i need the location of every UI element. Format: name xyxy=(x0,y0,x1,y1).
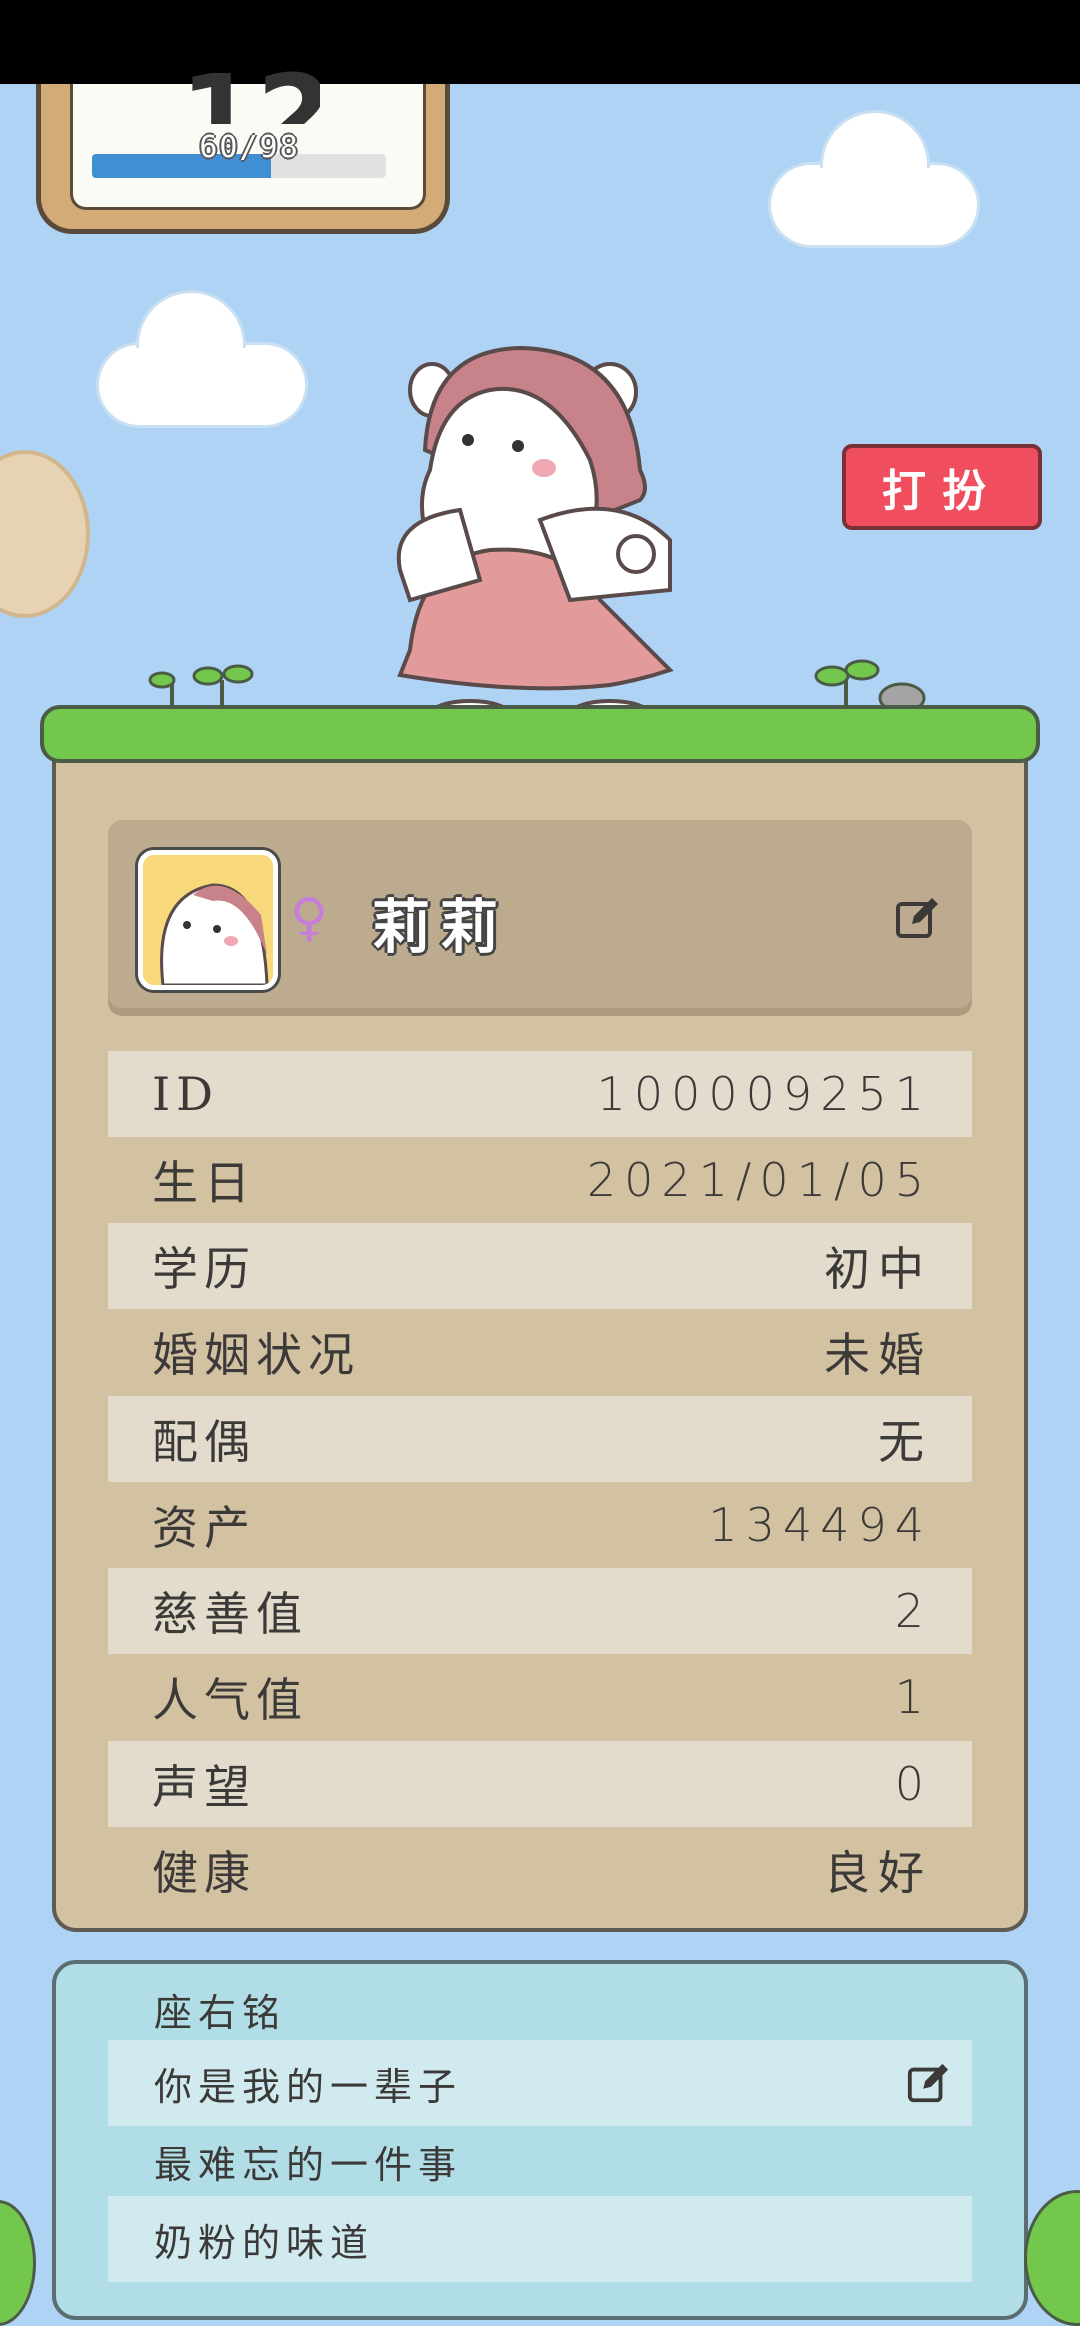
cloud-right xyxy=(768,110,980,248)
info-row-assets: 资产 134494 xyxy=(108,1482,972,1568)
status-bar xyxy=(0,0,1080,84)
info-row-health: 健康 良好 xyxy=(108,1827,972,1913)
info-row-value: 1 xyxy=(894,1670,932,1724)
info-row-birthday: 生日 2021/01/05 xyxy=(108,1137,972,1223)
level-number: 12 xyxy=(180,60,320,124)
info-row-label: 生日 xyxy=(152,1156,256,1210)
info-row-value: 未婚 xyxy=(824,1328,932,1382)
info-row-value: 初中 xyxy=(824,1242,932,1296)
info-row-marital-status: 婚姻状况 未婚 xyxy=(108,1309,972,1395)
grass-ledge xyxy=(40,705,1040,763)
info-row-label: 声望 xyxy=(152,1760,256,1814)
sprout-icon xyxy=(148,664,254,708)
memory-text-row: 奶粉的味道 xyxy=(108,2196,972,2282)
info-row-label: 配偶 xyxy=(152,1415,256,1469)
info-row-spouse: 配偶 无 xyxy=(108,1396,972,1482)
info-row-value: 0 xyxy=(894,1757,932,1811)
info-row-education: 学历 初中 xyxy=(108,1223,972,1309)
motto-text-row[interactable]: 你是我的一辈子 xyxy=(108,2040,972,2126)
bush-right xyxy=(1024,2190,1080,2326)
info-row-label: 健康 xyxy=(152,1846,256,1900)
info-row-label: 慈善值 xyxy=(152,1587,308,1641)
memory-title: 最难忘的一件事 xyxy=(154,2142,463,2187)
info-row-label: 学历 xyxy=(152,1242,256,1296)
info-row-label: ID xyxy=(152,1067,220,1121)
memory-title-row: 最难忘的一件事 xyxy=(108,2118,972,2204)
info-row-value: 2 xyxy=(894,1584,932,1638)
info-row-value: 2021/01/05 xyxy=(586,1153,932,1207)
info-row-popularity: 人气值 1 xyxy=(108,1654,972,1740)
edit-icon[interactable] xyxy=(906,2060,952,2106)
info-row-value: 100009251 xyxy=(596,1067,932,1121)
sprout-icon xyxy=(814,659,926,712)
motto-text: 你是我的一辈子 xyxy=(154,2064,463,2109)
info-row-value: 134494 xyxy=(708,1498,932,1552)
info-row-reputation: 声望 0 xyxy=(108,1741,972,1827)
info-row-label: 资产 xyxy=(152,1501,256,1555)
memory-text: 奶粉的味道 xyxy=(154,2220,375,2265)
edit-name-button[interactable] xyxy=(894,894,942,946)
info-row-charity: 慈善值 2 xyxy=(108,1568,972,1654)
nickname: 莉莉 xyxy=(372,893,509,961)
cloud-left xyxy=(96,290,308,428)
info-row-value: 无 xyxy=(878,1415,932,1469)
info-row-value: 良好 xyxy=(824,1846,932,1900)
female-icon: ♀ xyxy=(290,888,329,948)
coin-icon[interactable] xyxy=(0,450,90,618)
info-row-label: 人气值 xyxy=(152,1673,308,1727)
info-row-label: 婚姻状况 xyxy=(152,1328,360,1382)
info-row-id: ID 100009251 xyxy=(108,1051,972,1137)
edit-icon xyxy=(896,898,938,938)
xp-text: 60/98 xyxy=(199,130,300,165)
character-hedgehog[interactable] xyxy=(370,340,700,740)
motto-title: 座右铭 xyxy=(154,1990,287,2035)
bush-left xyxy=(0,2200,36,2326)
dress-up-button[interactable]: 打扮 xyxy=(842,444,1042,530)
avatar[interactable] xyxy=(138,850,278,990)
